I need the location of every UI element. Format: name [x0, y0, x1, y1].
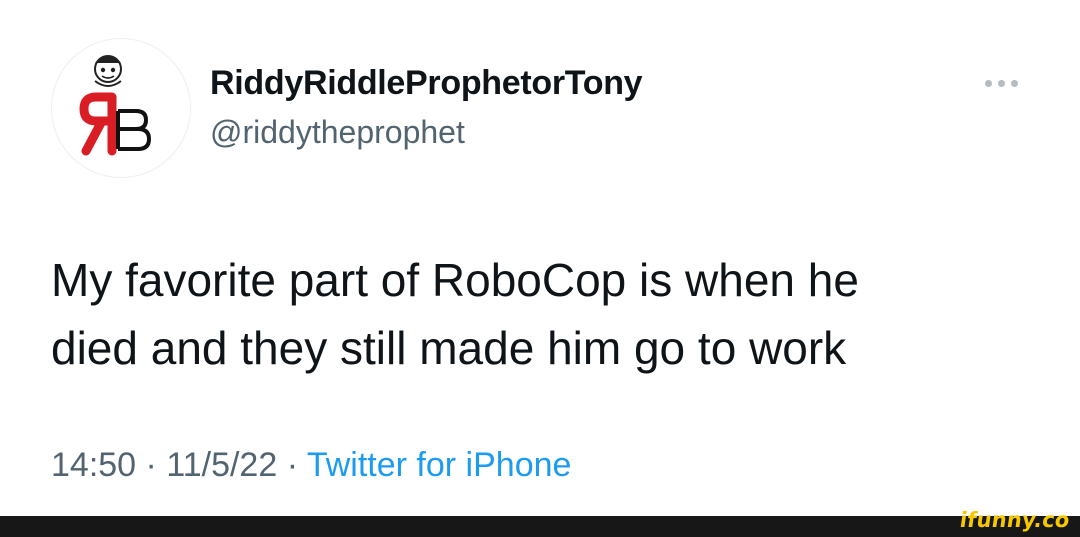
meta-separator: ·: [286, 446, 307, 484]
tweet-card: RiddyRiddleProphetorTony @riddytheprophe…: [0, 0, 1080, 516]
more-options-button[interactable]: [972, 66, 1030, 100]
tweet-text-line: died and they still made him go to work: [51, 322, 847, 374]
avatar[interactable]: [51, 38, 191, 178]
tweet-source-link[interactable]: Twitter for iPhone: [307, 446, 572, 484]
display-name[interactable]: RiddyRiddleProphetorTony: [210, 64, 643, 103]
more-horizontal-icon: [997, 79, 1005, 87]
footer-bar: ifunny.co: [0, 508, 1080, 537]
user-handle[interactable]: @riddytheprophet: [210, 114, 465, 151]
tweet-time[interactable]: 14:50: [51, 446, 136, 484]
tweet-meta: 14:50 · 11/5/22 · Twitter for iPhone: [51, 446, 571, 485]
more-horizontal-icon: [984, 79, 992, 87]
tweet-text-line: My favorite part of RoboCop is when he: [51, 254, 859, 306]
avatar-logo-icon: [79, 55, 151, 156]
tweet-date[interactable]: 11/5/22: [166, 446, 277, 484]
ifunny-watermark: ifunny.co: [958, 508, 1072, 532]
more-horizontal-icon: [1010, 79, 1018, 87]
meta-separator: ·: [145, 446, 167, 484]
tweet-text: My favorite part of RoboCop is when he d…: [51, 246, 1051, 382]
